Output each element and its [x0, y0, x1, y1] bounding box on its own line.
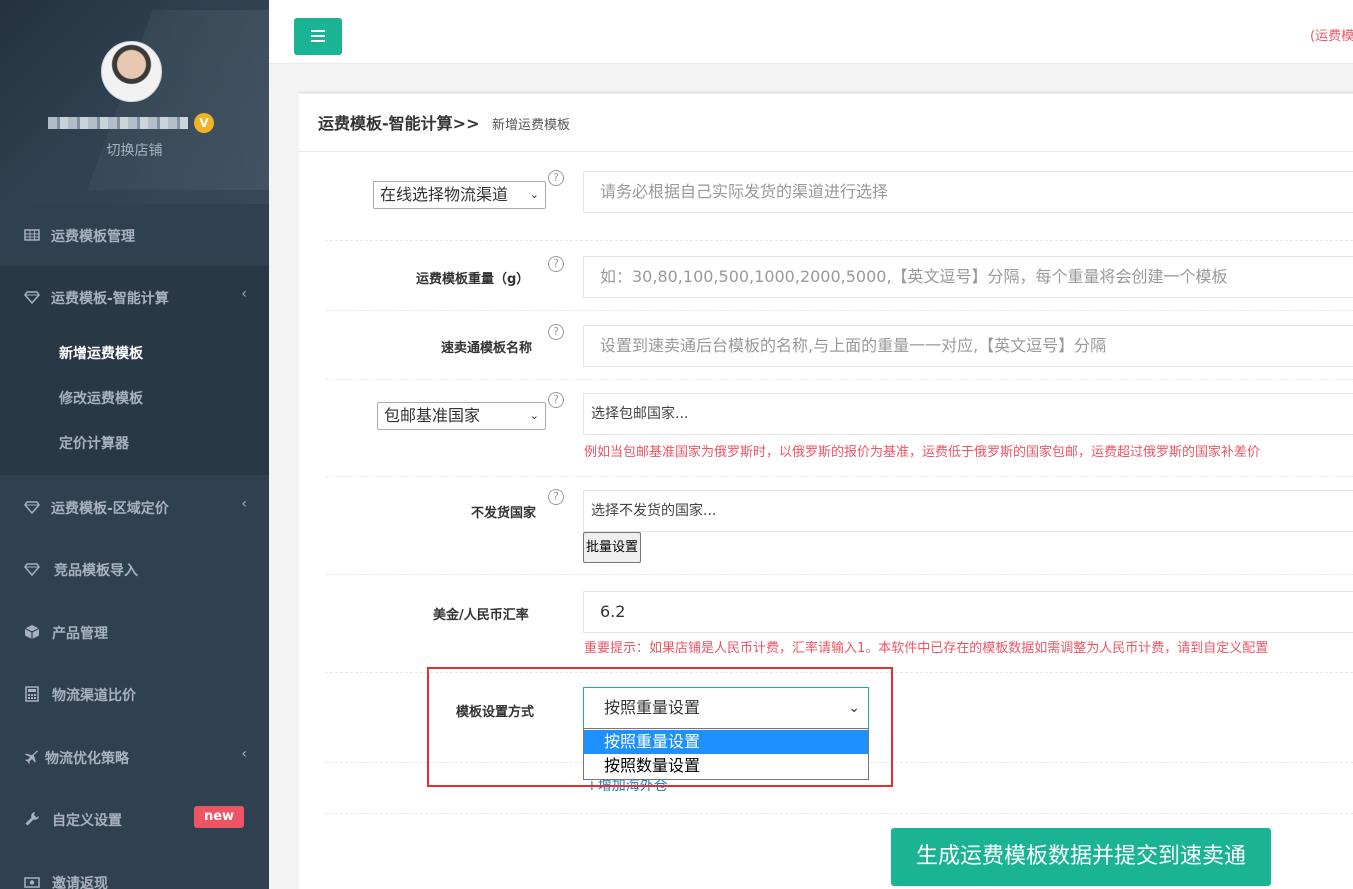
- sidebar-item-invite-cashback[interactable]: 邀请返现: [0, 851, 269, 889]
- sidebar-item-label: 运费模板管理: [51, 229, 135, 245]
- username-redacted: [48, 114, 198, 132]
- sidebar-item-smart-calc[interactable]: 运费模板-智能计算 ‹: [0, 266, 269, 329]
- sidebar-item-label: 邀请返现: [52, 876, 108, 889]
- sidebar-item-region-pricing[interactable]: 运费模板-区域定价 ‹: [0, 476, 269, 538]
- sidebar-item-label: 物流优化策略: [45, 751, 129, 767]
- template-name-label: 速卖通模板名称: [441, 341, 533, 356]
- sidebar-item-label: 物流渠道比价: [52, 688, 136, 704]
- sidebar-item-label: 自定义设置: [52, 813, 122, 829]
- help-icon[interactable]: ?: [548, 392, 564, 408]
- submenu: 新增运费模板 修改运费模板 定价计算器: [0, 329, 269, 475]
- base-country-chooser[interactable]: 选择包邮国家...: [583, 393, 1353, 435]
- sidebar-item-label: 竞品模板导入: [54, 563, 138, 579]
- cube-icon: [24, 625, 40, 639]
- chevron-left-icon: ‹: [241, 496, 247, 512]
- chevron-down-icon: ⌄: [529, 409, 539, 422]
- diamond-icon: [24, 501, 40, 515]
- chevron-down-icon: ⌄: [529, 188, 539, 201]
- submenu-item-edit-template[interactable]: 修改运费模板: [59, 388, 143, 408]
- panel-header: 运费模板-智能计算>> 新增运费模板: [299, 94, 1353, 152]
- no-ship-label: 不发货国家: [471, 506, 537, 521]
- switch-shop-link[interactable]: 切换店铺: [0, 140, 269, 160]
- exchange-rate-label: 美金/人民币汇率: [433, 608, 529, 623]
- sidebar-item-template-manage[interactable]: 运费模板管理: [0, 204, 269, 266]
- help-icon[interactable]: ?: [548, 489, 564, 505]
- submenu-item-new-template[interactable]: 新增运费模板: [59, 343, 143, 363]
- base-country-tip: 例如当包邮基准国家为俄罗斯时，以俄罗斯的报价为基准，运费低于俄罗斯的国家包邮，运…: [584, 445, 1261, 460]
- top-navbar: (运费模: [269, 0, 1353, 64]
- plane-icon: [24, 750, 39, 764]
- sidebar-item-label: 产品管理: [52, 626, 108, 642]
- submenu-item-price-calculator[interactable]: 定价计算器: [59, 433, 129, 453]
- sidebar: V 切换店铺 运费模板管理 运费模板-智能计算 ‹ 新增运费模板 修改运费模板 …: [0, 0, 269, 889]
- no-ship-chooser[interactable]: 选择不发货的国家...: [583, 490, 1353, 532]
- breadcrumb-current: 新增运费模板: [492, 118, 571, 133]
- weight-input[interactable]: 如：30,80,100,500,1000,2000,5000,【英文逗号】分隔，…: [583, 256, 1353, 298]
- page-title: 运费模板-智能计算>>: [318, 114, 480, 133]
- sidebar-item-competitor-import[interactable]: 竞品模板导入: [0, 538, 269, 600]
- avatar[interactable]: [101, 41, 162, 102]
- sidebar-item-logistics-compare[interactable]: 物流渠道比价: [0, 663, 269, 725]
- exchange-rate-input[interactable]: 6.2: [583, 591, 1353, 633]
- highlight-box: [427, 667, 893, 787]
- weight-label: 运费模板重量（g）: [416, 272, 530, 287]
- table-icon: [24, 229, 40, 241]
- exchange-rate-tip: 重要提示：如果店铺是人民币计费，汇率请输入1。本软件中已存在的模板数据如需调整为…: [584, 641, 1269, 656]
- channel-select[interactable]: 在线选择物流渠道 ⌄: [373, 181, 546, 209]
- diamond-icon: [24, 291, 40, 305]
- chevron-left-icon: ‹: [241, 746, 247, 762]
- help-icon[interactable]: ?: [548, 324, 564, 340]
- diamond-icon: [24, 563, 40, 577]
- channel-input[interactable]: 请务必根据自己实际发货的渠道进行选择: [583, 171, 1353, 213]
- form-panel: 运费模板-智能计算>> 新增运费模板 在线选择物流渠道 ⌄ ? 请务必根据自己实际…: [299, 91, 1353, 889]
- help-icon[interactable]: ?: [548, 170, 564, 186]
- new-badge: new: [194, 806, 244, 828]
- submit-button[interactable]: 生成运费模板数据并提交到速卖通: [891, 828, 1271, 886]
- top-notice-text: (运费模: [1310, 29, 1353, 44]
- sidebar-item-label: 运费模板-智能计算: [51, 291, 169, 307]
- sidebar-item-logistics-strategy[interactable]: 物流优化策略 ‹: [0, 726, 269, 788]
- profile-panel: V 切换店铺: [0, 0, 269, 204]
- help-icon[interactable]: ?: [548, 256, 564, 272]
- menu-toggle-button[interactable]: [294, 18, 342, 55]
- template-name-input[interactable]: 设置到速卖通后台模板的名称,与上面的重量一一对应,【英文逗号】分隔: [583, 325, 1353, 367]
- batch-set-button[interactable]: 批量设置: [583, 532, 642, 563]
- verified-icon: V: [194, 113, 214, 133]
- base-country-select[interactable]: 包邮基准国家 ⌄: [377, 402, 546, 430]
- sidebar-item-label: 运费模板-区域定价: [51, 501, 169, 517]
- sidebar-item-products[interactable]: 产品管理: [0, 601, 269, 663]
- wrench-icon: [25, 812, 39, 826]
- money-icon: [24, 877, 40, 888]
- calculator-icon: [25, 686, 39, 702]
- chevron-left-icon: ‹: [241, 286, 247, 302]
